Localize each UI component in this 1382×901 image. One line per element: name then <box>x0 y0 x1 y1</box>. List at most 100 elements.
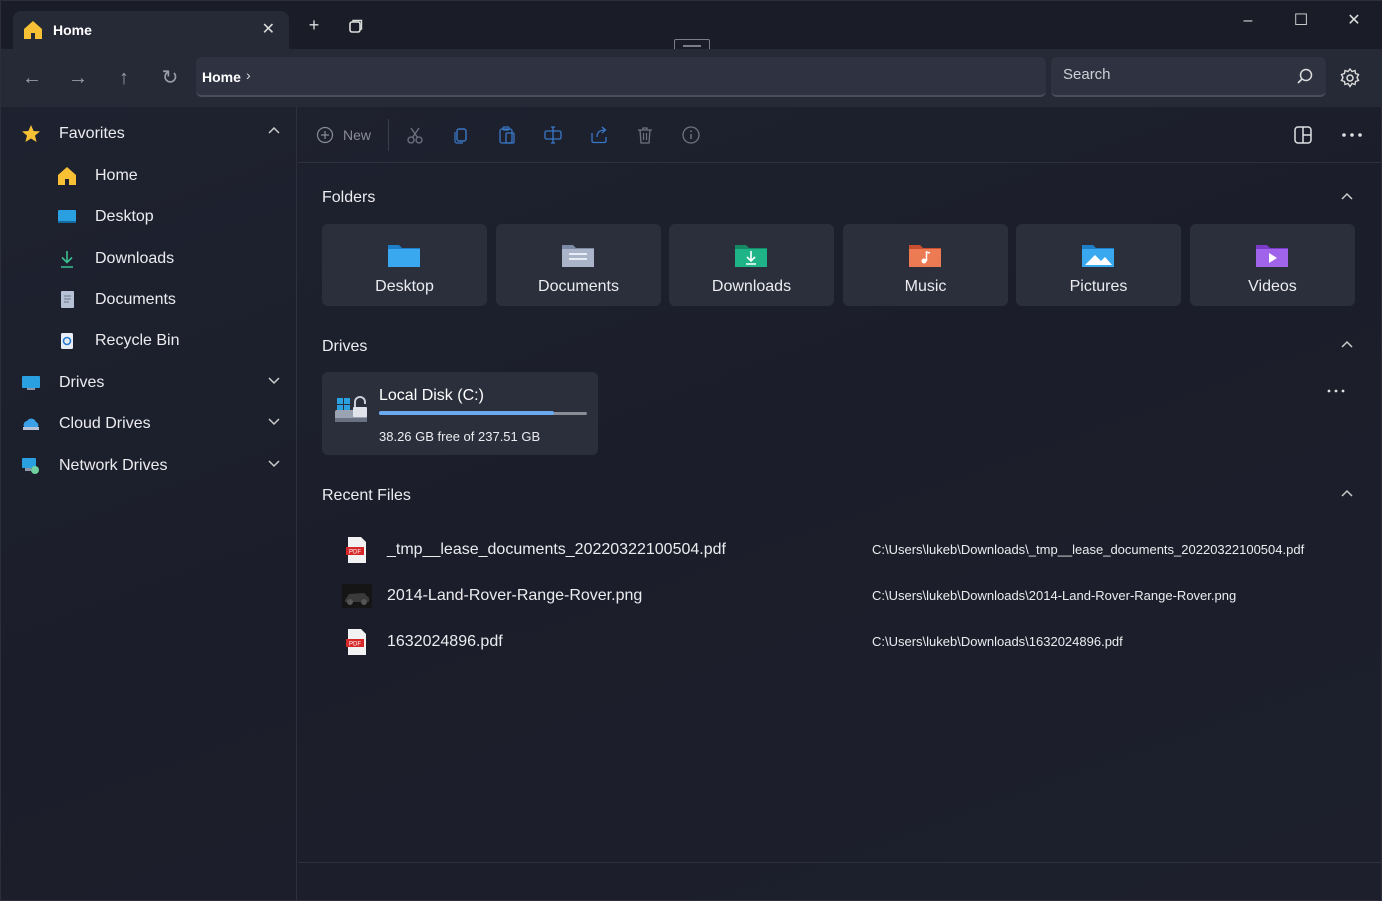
more-options-icon[interactable] <box>1341 131 1363 139</box>
share-icon[interactable] <box>589 125 609 145</box>
section-title-drives: Drives <box>322 338 368 355</box>
tab-switcher-icon[interactable] <box>344 19 366 37</box>
info-icon[interactable] <box>681 125 701 145</box>
drive-free-space: 38.26 GB free of 237.51 GB <box>379 429 541 444</box>
navigation-bar: ← → ↑ ↻ Home › <box>1 49 1382 107</box>
chevron-down-icon[interactable] <box>267 456 281 470</box>
address-bar[interactable]: Home › <box>196 57 1046 97</box>
documents-icon <box>61 291 74 308</box>
sidebar-item-downloads[interactable]: Downloads <box>11 241 291 277</box>
sidebar-label-network-drives: Network Drives <box>59 457 168 474</box>
chevron-up-icon[interactable] <box>1340 190 1354 204</box>
downloads-folder-icon <box>735 245 767 267</box>
sidebar-item-desktop[interactable]: Desktop <box>11 199 291 235</box>
search-input[interactable] <box>1063 66 1283 83</box>
chevron-up-icon[interactable] <box>1340 338 1354 352</box>
close-tab-icon[interactable]: ✕ <box>262 19 275 39</box>
command-toolbar: New <box>298 107 1382 163</box>
sidebar-item-documents[interactable]: Documents <box>11 282 291 318</box>
title-bar: Home ✕ + – ☐ ✕ <box>1 1 1382 53</box>
sidebar-section-network-drives[interactable]: Network Drives <box>11 448 291 484</box>
folder-label: Documents <box>538 278 619 295</box>
sidebar-item-label: Recycle Bin <box>95 332 180 349</box>
maximize-button[interactable]: ☐ <box>1278 7 1324 35</box>
folder-card-downloads[interactable]: Downloads <box>669 224 834 306</box>
folder-card-music[interactable]: Music <box>843 224 1008 306</box>
file-name: 1632024896.pdf <box>387 633 503 650</box>
sidebar-section-cloud-drives[interactable]: Cloud Drives <box>11 406 291 442</box>
breadcrumb-home[interactable]: Home <box>202 69 241 85</box>
forward-icon[interactable]: → <box>65 65 91 91</box>
folder-label: Desktop <box>375 278 434 295</box>
drive-card-local-disk[interactable]: Local Disk (C:) 38.26 GB free of 237.51 … <box>322 372 598 455</box>
chevron-right-icon[interactable]: › <box>246 67 251 83</box>
local-disk-icon <box>335 396 367 422</box>
cloud-drive-icon <box>23 418 39 430</box>
search-icon[interactable] <box>1296 67 1314 85</box>
desktop-folder-icon <box>388 245 420 267</box>
file-path: C:\Users\lukeb\Downloads\2014-Land-Rover… <box>872 588 1237 603</box>
more-options-icon[interactable] <box>1326 386 1346 396</box>
delete-icon[interactable] <box>635 125 655 145</box>
gear-icon[interactable] <box>1339 67 1361 89</box>
sidebar-item-label: Home <box>95 167 138 184</box>
file-name: 2014-Land-Rover-Range-Rover.png <box>387 587 643 604</box>
section-title-folders: Folders <box>322 189 376 206</box>
paste-icon[interactable] <box>497 125 517 145</box>
preview-pane-icon[interactable] <box>1293 125 1313 145</box>
close-window-button[interactable]: ✕ <box>1331 7 1377 35</box>
folder-card-documents[interactable]: Documents <box>496 224 661 306</box>
cut-icon[interactable] <box>405 125 425 145</box>
recent-file-row[interactable]: 2014-Land-Rover-Range-Rover.png C:\Users… <box>322 576 1362 616</box>
pdf-file-icon: PDF <box>346 629 366 655</box>
sidebar-section-favorites[interactable]: Favorites <box>11 116 291 152</box>
sidebar-label-favorites: Favorites <box>59 125 125 142</box>
svg-text:PDF: PDF <box>349 642 361 648</box>
svg-text:PDF: PDF <box>349 550 361 556</box>
network-icon <box>22 458 39 474</box>
pdf-file-icon: PDF <box>346 537 366 563</box>
sidebar-item-recycle-bin[interactable]: Recycle Bin <box>11 323 291 359</box>
desktop-icon <box>58 210 76 223</box>
folder-label: Pictures <box>1069 278 1128 295</box>
section-title-recent-files: Recent Files <box>322 487 411 504</box>
rename-icon[interactable] <box>543 125 563 145</box>
new-button[interactable]: New <box>343 127 371 143</box>
recent-file-row[interactable]: PDF 1632024896.pdf C:\Users\lukeb\Downlo… <box>322 622 1362 662</box>
sidebar-section-drives[interactable]: Drives <box>11 365 291 401</box>
chevron-down-icon[interactable] <box>267 414 281 428</box>
folder-card-videos[interactable]: Videos <box>1190 224 1355 306</box>
home-icon <box>24 21 42 39</box>
videos-folder-icon <box>1256 245 1288 267</box>
chevron-down-icon[interactable] <box>267 373 281 387</box>
toolbar-divider <box>388 119 389 151</box>
status-bar-divider <box>298 862 1382 863</box>
new-tab-button[interactable]: + <box>302 15 326 36</box>
tab-home[interactable]: Home ✕ <box>13 11 289 49</box>
minimize-button[interactable]: – <box>1225 7 1271 35</box>
search-box[interactable] <box>1051 57 1326 97</box>
recent-file-row[interactable]: PDF _tmp__lease_documents_20220322100504… <box>322 530 1362 570</box>
drive-usage-bar <box>379 411 587 415</box>
sidebar: Favorites Home Desktop Downloads Documen… <box>1 107 297 901</box>
chevron-up-icon[interactable] <box>267 124 281 138</box>
drive-usage-fill <box>379 411 554 415</box>
file-path: C:\Users\lukeb\Downloads\_tmp__lease_doc… <box>872 542 1305 557</box>
sidebar-item-label: Documents <box>95 291 176 308</box>
sidebar-label-drives: Drives <box>59 374 105 391</box>
downloads-icon <box>61 251 73 268</box>
folder-card-desktop[interactable]: Desktop <box>322 224 487 306</box>
refresh-icon[interactable]: ↻ <box>157 65 183 91</box>
star-icon <box>22 125 40 142</box>
documents-folder-icon <box>562 245 594 267</box>
chevron-up-icon[interactable] <box>1340 487 1354 501</box>
back-icon[interactable]: ← <box>19 65 45 91</box>
image-thumbnail-icon <box>342 584 372 608</box>
sidebar-item-home[interactable]: Home <box>11 158 291 194</box>
folder-card-pictures[interactable]: Pictures <box>1016 224 1181 306</box>
folder-label: Music <box>904 278 947 295</box>
music-folder-icon <box>909 245 941 267</box>
copy-icon[interactable] <box>451 125 471 145</box>
add-icon[interactable] <box>316 126 334 144</box>
up-icon[interactable]: ↑ <box>111 65 137 91</box>
